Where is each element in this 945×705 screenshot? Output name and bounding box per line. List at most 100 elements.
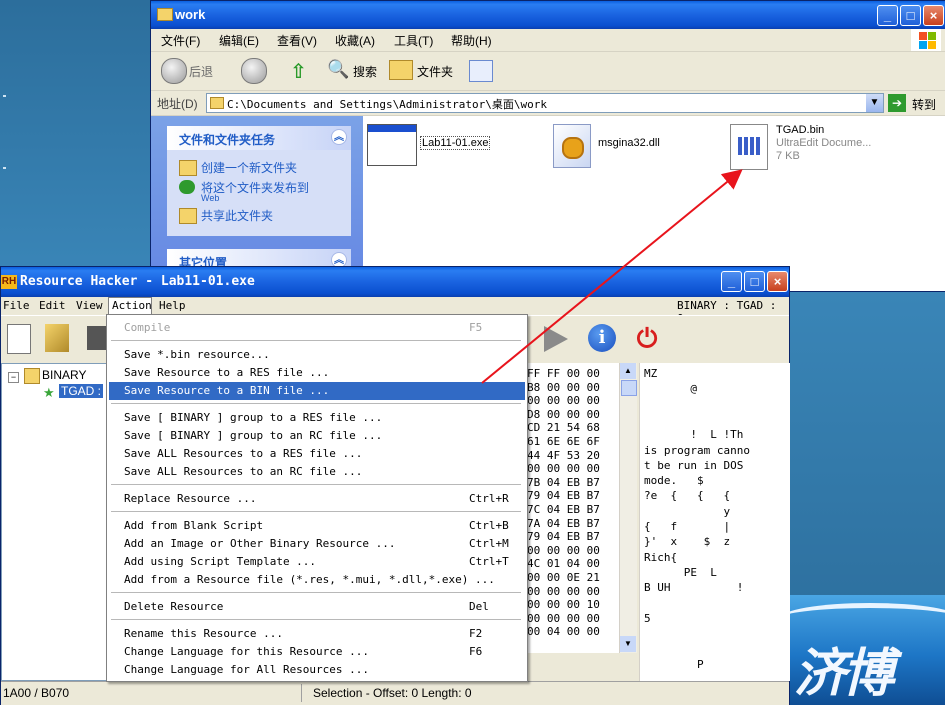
menu-item[interactable]: Save *.bin resource...	[124, 346, 270, 364]
chevron-down-icon[interactable]: ▼	[866, 94, 883, 112]
play-icon[interactable]	[544, 326, 568, 352]
menu-item[interactable]: Compile	[124, 319, 170, 337]
folders-icon[interactable]	[389, 60, 413, 80]
menu-view[interactable]: View	[76, 299, 103, 312]
menu-help[interactable]: 帮助(H)	[451, 32, 492, 49]
hex-row: 00 00 0E 21	[527, 571, 600, 584]
hex-row: 44 4F 53 20	[527, 448, 600, 462]
maximize-button[interactable]: □	[900, 5, 921, 26]
menu-action[interactable]: Action	[112, 299, 152, 312]
menu-item[interactable]: Delete Resource	[124, 598, 223, 616]
menu-help[interactable]: Help	[159, 299, 186, 312]
menu-item[interactable]: Change Language for All Resources ...	[124, 661, 369, 679]
file-tasks-header[interactable]: 文件和文件夹任务 ︽	[167, 126, 351, 150]
folder-icon	[157, 8, 173, 21]
back-arrow-icon[interactable]	[161, 58, 187, 84]
hex-row: 00 00 00 00	[527, 611, 600, 625]
menu-view[interactable]: 查看(V)	[277, 32, 317, 49]
new-file-icon[interactable]	[7, 324, 31, 354]
menu-item[interactable]: Add an Image or Other Binary Resource ..…	[124, 535, 396, 553]
menu-separator	[111, 403, 521, 404]
folder-icon	[24, 368, 40, 384]
tree-collapse-icon[interactable]: −	[8, 372, 19, 383]
exe-file-icon[interactable]	[367, 124, 417, 166]
power-icon[interactable]: ⏻	[633, 324, 661, 352]
file-name[interactable]: TGAD.bin	[776, 124, 824, 136]
task-publish-web-sub[interactable]: Web	[201, 193, 219, 203]
rh-menubar: File Edit View Action Help BINARY : TGAD…	[1, 297, 789, 325]
menu-item[interactable]: Replace Resource ...	[124, 490, 256, 508]
resource-tree: − BINARY ★ TGAD :	[1, 363, 111, 681]
menu-item[interactable]: Add from a Resource file (*.res, *.mui, …	[124, 571, 495, 589]
hex-row: 00 04 00 00	[527, 625, 600, 639]
menu-item[interactable]: Add using Script Template ...	[124, 553, 316, 571]
menu-file[interactable]: File	[3, 299, 30, 312]
hex-row: 00 00 00 00	[527, 462, 600, 476]
tree-node-binary[interactable]: BINARY	[42, 368, 86, 382]
maximize-button[interactable]: □	[744, 271, 765, 292]
minimize-button[interactable]: _	[721, 271, 742, 292]
status-bar: 1A00 / B070 Selection - Offset: 0 Length…	[1, 681, 789, 705]
open-file-icon[interactable]	[45, 324, 69, 352]
hex-row: CD 21 54 68	[527, 421, 600, 435]
rh-titlebar[interactable]: RH Resource Hacker - Lab11-01.exe _ □ ×	[1, 267, 789, 297]
go-button[interactable]: ➔ 转到	[886, 93, 942, 113]
menu-item[interactable]: Save [ BINARY ] group to an RC file ...	[124, 427, 382, 445]
close-button[interactable]: ×	[767, 271, 788, 292]
menu-item[interactable]: Save ALL Resources to a RES file ...	[124, 445, 362, 463]
menu-item[interactable]: Rename this Resource ...	[124, 625, 283, 643]
action-menu: Compile F5 Save *.bin resource... Save Reso…	[106, 314, 528, 682]
info-icon[interactable]: i	[588, 324, 616, 352]
up-folder-icon[interactable]: ⇧	[290, 59, 312, 83]
collapse-icon[interactable]: ︽	[331, 129, 347, 145]
hex-row: 00 00 00 00	[527, 543, 600, 557]
scroll-up-icon[interactable]: ▲	[620, 363, 636, 379]
task-share-folder[interactable]: 共享此文件夹	[201, 207, 273, 224]
search-button-label[interactable]: 搜索	[353, 63, 377, 80]
file-name[interactable]: msgina32.dll	[598, 137, 660, 149]
ascii-row: Rich{	[644, 550, 678, 564]
menu-favorites[interactable]: 收藏(A)	[335, 32, 375, 49]
address-label: 地址(D)	[157, 97, 198, 111]
menu-tools[interactable]: 工具(T)	[394, 32, 433, 49]
back-button-label[interactable]: 后退	[189, 63, 213, 80]
ascii-view[interactable]: MZ @ ! L !Th is program canno t be run in …	[639, 363, 790, 681]
minimize-button[interactable]: _	[877, 5, 898, 26]
close-button[interactable]: ×	[923, 5, 944, 26]
menu-edit[interactable]: 编辑(E)	[219, 32, 259, 49]
hex-row: 00 00 00 00	[527, 584, 600, 598]
menu-file[interactable]: 文件(F)	[161, 32, 200, 49]
address-input[interactable]: C:\Documents and Settings\Administrator\…	[206, 93, 884, 113]
menu-item[interactable]: Change Language for this Resource ...	[124, 643, 369, 661]
folder-icon	[210, 97, 224, 109]
hex-row: 00 00 00 00	[527, 394, 600, 408]
search-icon[interactable]: 🔍	[327, 59, 349, 81]
menu-item[interactable]: Save [ BINARY ] group to a RES file ...	[124, 409, 382, 427]
menu-item[interactable]: Add from Blank Script	[124, 517, 263, 535]
menu-item[interactable]: Save ALL Resources to an RC file ...	[124, 463, 362, 481]
menu-item[interactable]: Save Resource to a RES file ...	[124, 364, 329, 382]
menu-item[interactable]: Save Resource to a BIN file ...	[124, 382, 329, 400]
views-icon[interactable]	[469, 60, 493, 82]
ultraedit-file-icon[interactable]	[730, 124, 768, 170]
menu-edit[interactable]: Edit	[39, 299, 66, 312]
file-name[interactable]: Lab11-01.exe	[420, 136, 491, 150]
scrollbar[interactable]: ▲ ▼	[619, 363, 637, 653]
task-new-folder[interactable]: 创建一个新文件夹	[201, 159, 297, 176]
explorer-window: work _ □ × 文件(F) 编辑(E) 查看(V) 收藏(A) 工具(T)…	[150, 0, 945, 292]
scroll-down-icon[interactable]: ▼	[620, 636, 636, 652]
task-pane: 文件和文件夹任务 ︽ 创建一个新文件夹 将这个文件夹发布到 Web 共享此文件夹…	[151, 116, 363, 291]
forward-arrow-icon[interactable]	[241, 58, 267, 84]
dll-gear-icon[interactable]	[553, 124, 591, 168]
explorer-titlebar[interactable]: work _ □ ×	[151, 1, 945, 29]
folders-button-label[interactable]: 文件夹	[417, 63, 453, 80]
status-position: 1A00 / B070	[3, 686, 70, 700]
scroll-thumb[interactable]	[621, 380, 637, 396]
menu-shortcut: Del	[469, 600, 489, 613]
ascii-row: B UH !	[644, 581, 744, 595]
save-icon[interactable]	[87, 326, 107, 350]
explorer-toolbar: 后退 ⇧ 🔍 搜索 文件夹	[151, 52, 945, 91]
ascii-row: MZ	[644, 367, 658, 380]
tree-node-tgad[interactable]: TGAD :	[59, 384, 104, 398]
hex-row: D8 00 00 00	[527, 407, 600, 421]
